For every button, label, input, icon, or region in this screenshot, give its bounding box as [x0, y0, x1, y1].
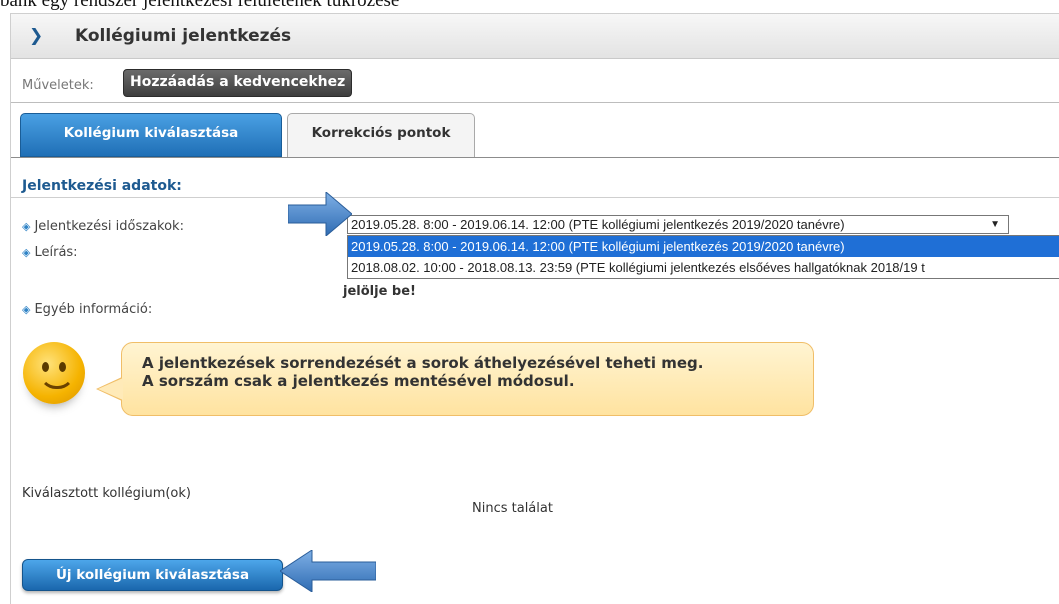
panel-title-bar: ❯ Kollégiumi jelentkezés: [11, 14, 1059, 59]
periods-label-text: Jelentkezési időszakok:: [34, 219, 184, 234]
section-title: Jelentkezési adatok:: [22, 178, 182, 194]
arrow-right-icon: [288, 192, 352, 236]
dropdown-option[interactable]: 2019.05.28. 8:00 - 2019.06.14. 12:00 (PT…: [348, 236, 1059, 257]
registration-panel: ❯ Kollégiumi jelentkezés Műveletek: Hozz…: [10, 13, 1059, 604]
info-bubble-line: A sorszám csak a jelentkezés mentésével …: [142, 372, 575, 390]
no-result-text: Nincs találat: [472, 501, 553, 516]
info-bubble-line: A jelentkezések sorrendezését a sorok át…: [142, 354, 704, 372]
actions-label: Műveletek:: [22, 78, 94, 93]
dropdown-option[interactable]: 2018.08.02. 10:00 - 2018.08.13. 23:59 (P…: [348, 257, 1059, 278]
tab-dormitory-selection[interactable]: Kollégium kiválasztása: [20, 113, 282, 157]
diamond-bullet-icon: ◈: [22, 303, 31, 316]
smiley-icon: [23, 342, 85, 404]
divider: [11, 102, 1059, 103]
page-title: Kollégiumi jelentkezés: [75, 26, 292, 46]
arrow-left-icon: [280, 550, 376, 592]
periods-select[interactable]: 2019.05.28. 8:00 - 2019.06.14. 12:00 (PT…: [347, 215, 1009, 234]
diamond-bullet-icon: ◈: [22, 246, 31, 259]
add-to-favorites-button[interactable]: Hozzáadás a kedvencekhez: [123, 69, 353, 97]
other-info-field-label: ◈ Egyéb információ:: [22, 302, 152, 317]
description-text: jelölje be!: [343, 284, 416, 299]
chevron-down-icon[interactable]: ▼: [990, 216, 1000, 233]
description-field-label: ◈ Leírás:: [22, 245, 78, 260]
periods-select-value: 2019.05.28. 8:00 - 2019.06.14. 12:00 (PT…: [351, 217, 845, 232]
description-label-text: Leírás:: [34, 245, 78, 260]
info-bubble: A jelentkezések sorrendezését a sorok át…: [96, 342, 814, 416]
other-info-label-text: Egyéb információ:: [34, 302, 153, 317]
selected-dormitories-label: Kiválasztott kollégium(ok): [22, 486, 191, 501]
periods-field-label: ◈ Jelentkezési időszakok:: [22, 219, 184, 234]
tab-correction-points[interactable]: Korrekciós pontok: [287, 113, 475, 157]
divider: [11, 197, 1059, 198]
document-text-fragment: bank egy rendszer jelentkezési felületén…: [0, 0, 400, 11]
tabs-baseline: [11, 157, 1059, 158]
new-dormitory-button[interactable]: Új kollégium kiválasztása: [22, 559, 283, 591]
chevron-right-icon: ❯: [29, 26, 44, 46]
diamond-bullet-icon: ◈: [22, 220, 31, 233]
periods-dropdown-list: 2019.05.28. 8:00 - 2019.06.14. 12:00 (PT…: [347, 235, 1059, 279]
